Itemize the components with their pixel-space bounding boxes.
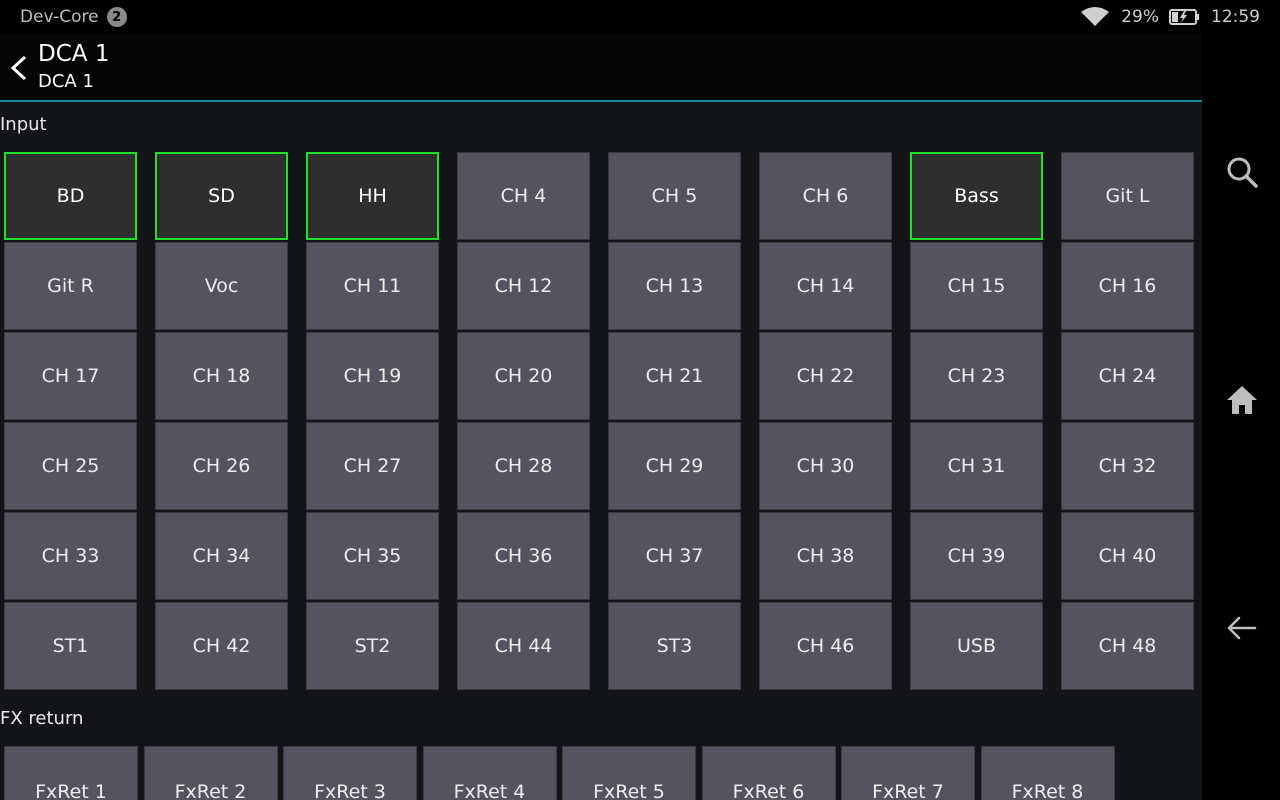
channel-button[interactable]: CH 19 (306, 332, 439, 420)
section-label-fx-return: FX return (0, 708, 84, 729)
fx-return-label: FxRet 3 (314, 781, 386, 800)
chevron-left-icon (10, 55, 27, 81)
channel-button[interactable]: CH 42 (155, 602, 288, 690)
channel-button[interactable]: BD (4, 152, 137, 240)
back-button[interactable] (6, 52, 32, 84)
search-button[interactable] (1224, 154, 1260, 190)
channel-button[interactable]: ST2 (306, 602, 439, 690)
channel-button[interactable]: CH 29 (608, 422, 741, 510)
system-back-button[interactable] (1224, 610, 1260, 646)
status-bar: Dev-Core 2 29% 12:59 (0, 0, 1280, 34)
channel-button[interactable]: CH 5 (608, 152, 741, 240)
channel-button[interactable]: CH 35 (306, 512, 439, 600)
fx-return-button[interactable]: FxRet 8 (980, 746, 1115, 800)
channel-button[interactable]: ST3 (608, 602, 741, 690)
arrow-left-icon (1227, 616, 1257, 640)
channel-button[interactable]: CH 17 (4, 332, 137, 420)
channel-button[interactable]: ST1 (4, 602, 137, 690)
status-bar-right: 29% 12:59 (1079, 6, 1260, 28)
channel-button[interactable]: CH 34 (155, 512, 288, 600)
channel-button[interactable]: CH 4 (457, 152, 590, 240)
fx-return-row: FxRet 1 FxRet 2 FxRet 3 FxRet 4 FxRet 5 FxRet… (4, 746, 1200, 800)
channel-button[interactable]: CH 13 (608, 242, 741, 330)
fx-return-label: FxRet 7 (872, 781, 944, 800)
channel-button[interactable]: CH 24 (1061, 332, 1194, 420)
channel-button[interactable]: CH 40 (1061, 512, 1194, 600)
status-app-name: Dev-Core (20, 7, 99, 27)
fx-return-button[interactable]: FxRet 5 (562, 746, 696, 800)
fx-return-label: FxRet 1 (35, 781, 107, 800)
channel-button[interactable]: CH 25 (4, 422, 137, 510)
fx-return-button[interactable]: FxRet 6 (701, 746, 836, 800)
title-bar: DCA 1 DCA 1 (0, 34, 1202, 102)
fx-return-button[interactable]: FxRet 1 (4, 746, 138, 800)
section-label-input: Input (0, 114, 47, 135)
page-title: DCA 1 (38, 41, 110, 67)
channel-button[interactable]: Git R (4, 242, 137, 330)
search-icon (1227, 157, 1258, 188)
wifi-icon (1079, 6, 1111, 28)
channel-button[interactable]: USB (910, 602, 1043, 690)
fx-return-button[interactable]: FxRet 3 (283, 746, 417, 800)
channel-button[interactable]: Git L (1061, 152, 1194, 240)
fx-return-button[interactable]: FxRet 2 (143, 746, 278, 800)
channel-button[interactable]: CH 32 (1061, 422, 1194, 510)
home-button[interactable] (1224, 382, 1260, 418)
channel-button[interactable]: CH 22 (759, 332, 892, 420)
channel-button[interactable]: CH 23 (910, 332, 1043, 420)
channel-button[interactable]: CH 15 (910, 242, 1043, 330)
channel-button[interactable]: CH 39 (910, 512, 1043, 600)
page-subtitle: DCA 1 (38, 71, 94, 92)
fx-return-label: FxRet 8 (1011, 781, 1084, 800)
channel-button[interactable]: HH (306, 152, 439, 240)
fx-return-label: FxRet 5 (593, 781, 665, 800)
channel-button[interactable]: SD (155, 152, 288, 240)
channel-button[interactable]: CH 30 (759, 422, 892, 510)
fx-return-button[interactable]: FxRet 7 (841, 746, 975, 800)
app-window: DCA 1 DCA 1 Input BD SD HH CH 4 CH 5 CH 6 Bass… (0, 34, 1202, 800)
channel-button[interactable]: CH 6 (759, 152, 892, 240)
channel-button[interactable]: CH 18 (155, 332, 288, 420)
channel-button[interactable]: Bass (910, 152, 1043, 240)
channel-button[interactable]: CH 14 (759, 242, 892, 330)
fx-return-label: FxRet 4 (453, 781, 526, 800)
fx-return-label: FxRet 6 (732, 781, 805, 800)
fx-return-button[interactable]: FxRet 4 (422, 746, 557, 800)
channel-button[interactable]: CH 11 (306, 242, 439, 330)
battery-level: 29% (1121, 7, 1159, 27)
battery-charging-icon (1169, 7, 1201, 27)
status-bar-left: Dev-Core 2 (20, 6, 127, 28)
channel-button[interactable]: CH 38 (759, 512, 892, 600)
channel-button[interactable]: CH 20 (457, 332, 590, 420)
system-nav-bar (1202, 34, 1280, 800)
channel-button[interactable]: CH 48 (1061, 602, 1194, 690)
notification-badge: 2 (106, 7, 127, 27)
channel-button[interactable]: CH 36 (457, 512, 590, 600)
channel-button[interactable]: CH 26 (155, 422, 288, 510)
channel-button[interactable]: CH 46 (759, 602, 892, 690)
channel-button[interactable]: CH 33 (4, 512, 137, 600)
channel-button[interactable]: Voc (155, 242, 288, 330)
channel-button[interactable]: CH 28 (457, 422, 590, 510)
channel-button[interactable]: CH 21 (608, 332, 741, 420)
channel-button[interactable]: CH 31 (910, 422, 1043, 510)
home-icon (1227, 386, 1257, 414)
channel-button[interactable]: CH 37 (608, 512, 741, 600)
channel-button[interactable]: CH 12 (457, 242, 590, 330)
clock: 12:59 (1211, 7, 1260, 27)
channel-button[interactable]: CH 16 (1061, 242, 1194, 330)
channel-button[interactable]: CH 27 (306, 422, 439, 510)
channel-button[interactable]: CH 44 (457, 602, 590, 690)
fx-return-label: FxRet 2 (174, 781, 247, 800)
